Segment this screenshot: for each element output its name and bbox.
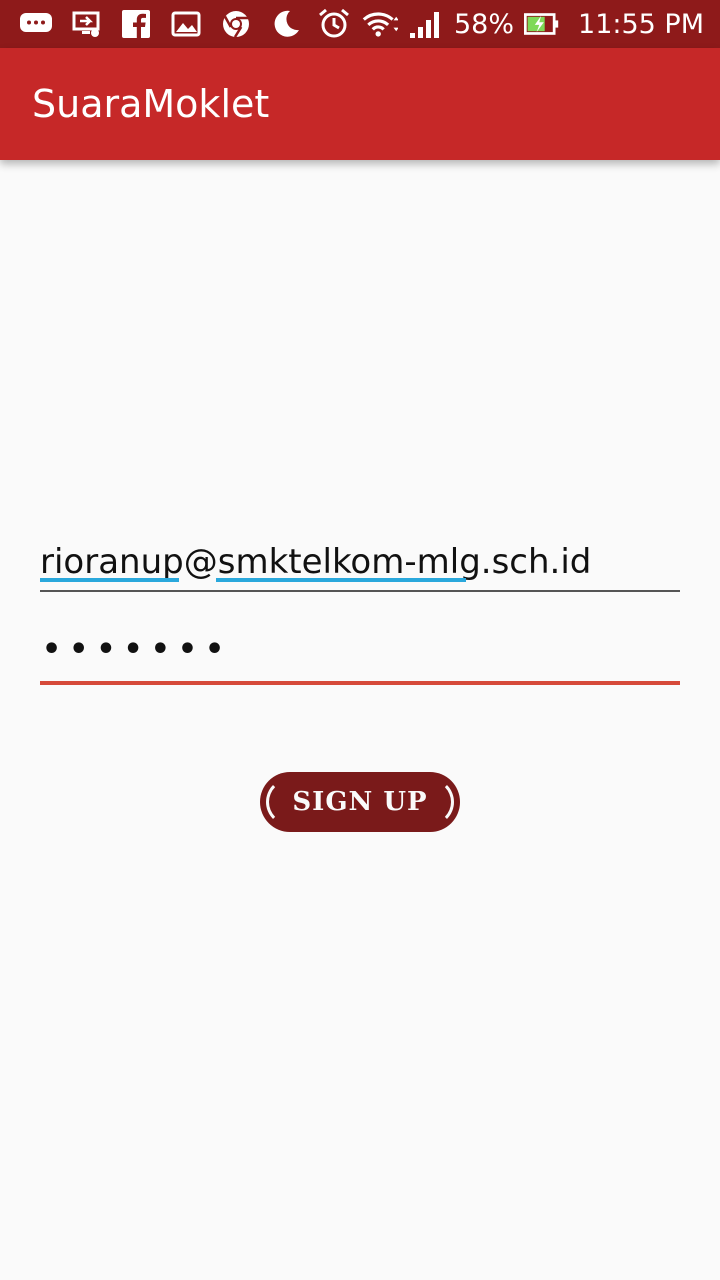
- facebook-icon: [118, 6, 154, 42]
- moon-icon: [268, 6, 304, 42]
- battery-charging-icon: [524, 6, 560, 42]
- password-value: •••••••: [42, 632, 233, 667]
- status-bar: 58% 11:55 PM: [0, 0, 720, 48]
- system-status: 58% 11:55 PM: [316, 6, 720, 42]
- email-part-user: rioranup: [40, 542, 184, 582]
- password-field[interactable]: •••••••: [40, 620, 680, 685]
- cast-icon: [68, 6, 104, 42]
- spellcheck-underline: [40, 578, 179, 582]
- button-left-bracket: [266, 778, 314, 826]
- signal-icon: [408, 6, 444, 42]
- email-field[interactable]: rioranup@smktelkom-mlg.sch.id: [40, 530, 680, 592]
- email-part-tld: .sch.id: [480, 542, 592, 582]
- notification-icons: [0, 6, 304, 42]
- app-bar: SuaraMoklet: [0, 48, 720, 160]
- wifi-icon: [362, 6, 398, 42]
- button-right-bracket: [406, 778, 454, 826]
- email-part-at: @: [183, 542, 218, 582]
- gallery-icon: [168, 6, 204, 42]
- battery-percent: 58%: [454, 8, 515, 40]
- spellcheck-underline: [216, 578, 466, 582]
- app-title: SuaraMoklet: [32, 82, 270, 126]
- message-icon: [18, 6, 54, 42]
- email-part-domain: smktelkom-mlg: [217, 542, 481, 582]
- signup-button[interactable]: SIGN UP: [260, 772, 460, 832]
- email-value: rioranup@smktelkom-mlg.sch.id: [40, 542, 591, 582]
- alarm-icon: [316, 6, 352, 42]
- chrome-icon: [218, 6, 254, 42]
- clock: 11:55 PM: [578, 8, 704, 40]
